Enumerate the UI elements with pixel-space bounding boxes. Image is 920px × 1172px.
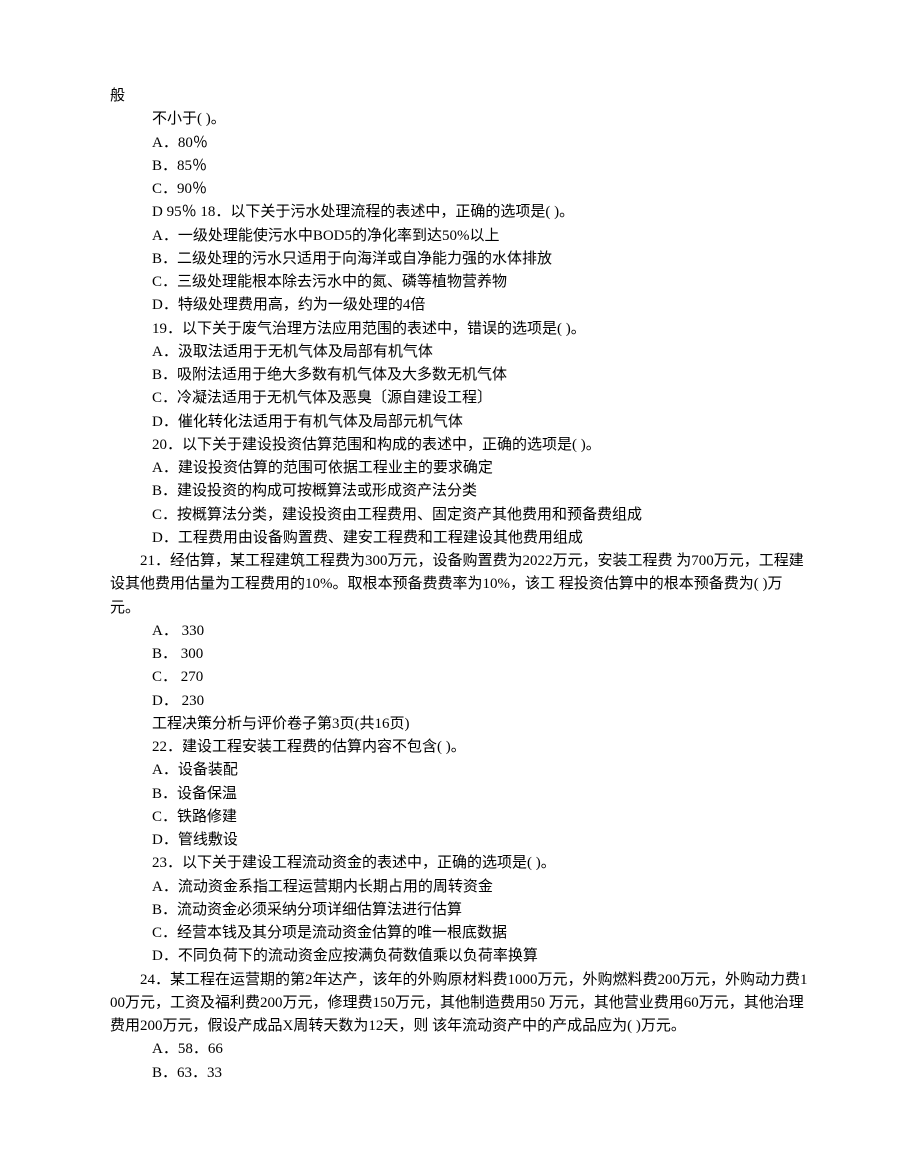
text-line: C．经营本钱及其分项是流动资金估算的唯一根底数据 <box>110 922 810 945</box>
text-line: C． 270 <box>110 666 810 689</box>
text-line: D．管线敷设 <box>110 829 810 852</box>
text-line: D． 230 <box>110 690 810 713</box>
text-line: B． 300 <box>110 643 810 666</box>
text-line: D．特级处理费用高，约为一级处理的4倍 <box>110 294 810 317</box>
text-line: A．流动资金系指工程运营期内长期占用的周转资金 <box>110 876 810 899</box>
text-line: 24．某工程在运营期的第2年达产，该年的外购原材料费1000万元，外购燃料费20… <box>110 969 810 1039</box>
text-line: C．90％ <box>110 178 810 201</box>
text-line: 23．以下关于建设工程流动资金的表述中，正确的选项是( )。 <box>110 852 810 875</box>
text-line: 般 <box>110 85 810 108</box>
text-line: A．汲取法适用于无机气体及局部有机气体 <box>110 341 810 364</box>
text-line: B．吸附法适用于绝大多数有机气体及大多数无机气体 <box>110 364 810 387</box>
text-line: D 95％ 18．以下关于污水处理流程的表述中，正确的选项是( )。 <box>110 201 810 224</box>
text-line: B．63．33 <box>110 1062 810 1085</box>
text-line: B．二级处理的污水只适用于向海洋或自净能力强的水体排放 <box>110 248 810 271</box>
text-line: A．设备装配 <box>110 759 810 782</box>
text-line: C．铁路修建 <box>110 806 810 829</box>
text-line: D．催化转化法适用于有机气体及局部元机气体 <box>110 411 810 434</box>
text-line: A．建设投资估算的范围可依据工程业主的要求确定 <box>110 457 810 480</box>
text-line: C．三级处理能根本除去污水中的氮、磷等植物营养物 <box>110 271 810 294</box>
text-line: B．85％ <box>110 155 810 178</box>
text-line: A．58．66 <box>110 1038 810 1061</box>
text-line: A． 330 <box>110 620 810 643</box>
text-line: B．设备保温 <box>110 783 810 806</box>
text-line: A．一级处理能使污水中BOD5的净化率到达50%以上 <box>110 225 810 248</box>
text-line: 20．以下关于建设投资估算范围和构成的表述中，正确的选项是( )。 <box>110 434 810 457</box>
text-line: 不小于( )。 <box>110 108 810 131</box>
text-line: D．不同负荷下的流动资金应按满负荷数值乘以负荷率换算 <box>110 945 810 968</box>
text-line: C．按概算法分类，建设投资由工程费用、固定资产其他费用和预备费组成 <box>110 504 810 527</box>
text-line: D．工程费用由设备购置费、建安工程费和工程建设其他费用组成 <box>110 527 810 550</box>
text-line: A．80％ <box>110 132 810 155</box>
text-line: 工程决策分析与评价卷子第3页(共16页) <box>110 713 810 736</box>
text-line: 22．建设工程安装工程费的估算内容不包含( )。 <box>110 736 810 759</box>
text-line: 19．以下关于废气治理方法应用范围的表述中，错误的选项是( )。 <box>110 318 810 341</box>
text-line: 21．经估算，某工程建筑工程费为300万元，设备购置费为2022万元，安装工程费… <box>110 550 810 620</box>
text-line: B．建设投资的构成可按概算法或形成资产法分类 <box>110 480 810 503</box>
text-line: C．冷凝法适用于无机气体及恶臭〔源自建设工程〕 <box>110 387 810 410</box>
text-line: B．流动资金必须采纳分项详细估算法进行估算 <box>110 899 810 922</box>
